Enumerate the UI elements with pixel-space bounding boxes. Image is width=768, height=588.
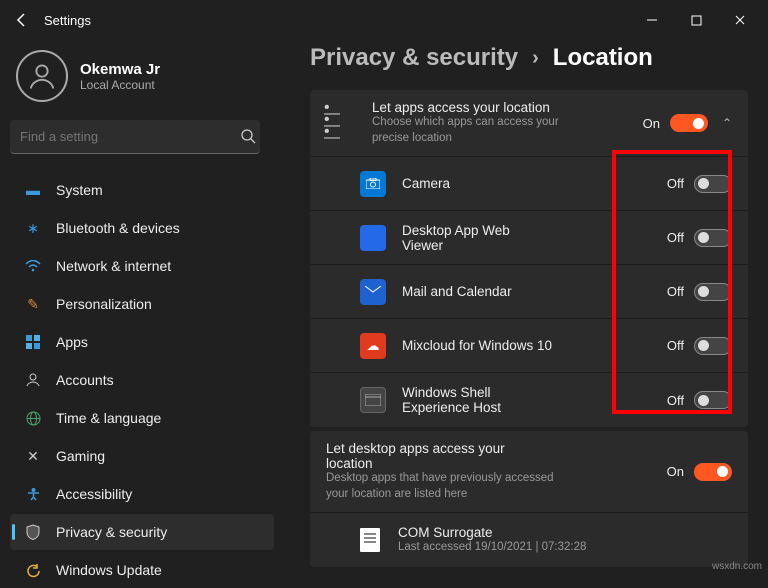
camera-toggle[interactable] <box>694 175 732 193</box>
user-profile[interactable]: Okemwa Jr Local Account <box>10 50 274 102</box>
breadcrumb-current: Location <box>553 44 653 72</box>
apps-icon <box>24 333 42 351</box>
wifi-icon <box>24 257 42 275</box>
breadcrumb-parent[interactable]: Privacy & security <box>310 44 518 72</box>
app-row-camera: Camera Off <box>310 157 748 211</box>
nav-personalization[interactable]: ✎Personalization <box>10 286 274 322</box>
sidebar: Okemwa Jr Local Account ▬System ∗Bluetoo… <box>0 40 280 576</box>
shield-icon <box>24 523 42 541</box>
file-icon <box>360 528 380 552</box>
let-apps-access-toggle[interactable] <box>670 114 708 132</box>
nav-privacy-security[interactable]: Privacy & security <box>10 514 274 550</box>
app-icon <box>360 225 386 251</box>
bluetooth-icon: ∗ <box>24 219 42 237</box>
gaming-icon: ✕ <box>24 447 42 465</box>
window-title: Settings <box>44 13 91 28</box>
avatar <box>16 50 68 102</box>
let-apps-access-row[interactable]: • —• —• — Let apps access your location … <box>310 90 748 157</box>
nav-network[interactable]: Network & internet <box>10 248 274 284</box>
nav-bluetooth[interactable]: ∗Bluetooth & devices <box>10 210 274 246</box>
nav-list: ▬System ∗Bluetooth & devices Network & i… <box>10 172 274 588</box>
watermark: wsxdn.com <box>712 561 762 572</box>
nav-windows-update[interactable]: Windows Update <box>10 552 274 588</box>
app-row-mail-calendar: Mail and Calendar Off <box>310 265 748 319</box>
nav-gaming[interactable]: ✕Gaming <box>10 438 274 474</box>
nav-system[interactable]: ▬System <box>10 172 274 208</box>
brush-icon: ✎ <box>24 295 42 313</box>
person-icon <box>24 371 42 389</box>
desktop-app-web-viewer-toggle[interactable] <box>694 229 732 247</box>
search-container <box>10 120 274 154</box>
desktop-apps-panel: Let desktop apps access your location De… <box>310 431 748 567</box>
list-icon: • —• —• — <box>324 108 354 138</box>
close-button[interactable] <box>718 4 762 36</box>
let-desktop-apps-toggle[interactable] <box>694 463 732 481</box>
user-account-type: Local Account <box>80 78 160 92</box>
user-name: Okemwa Jr <box>80 61 160 78</box>
cloud-icon: ☁ <box>360 333 386 359</box>
main-panel: Privacy & security › Location • —• —• — … <box>280 40 768 576</box>
shell-experience-toggle[interactable] <box>694 391 732 409</box>
nav-time-language[interactable]: Time & language <box>10 400 274 436</box>
app-row-desktop-app-web-viewer: Desktop App Web Viewer Off <box>310 211 748 265</box>
window-icon <box>360 387 386 413</box>
breadcrumb: Privacy & security › Location <box>310 44 748 72</box>
toggle-state: On <box>643 116 660 131</box>
search-icon <box>240 128 256 144</box>
let-desktop-apps-row[interactable]: Let desktop apps access your location De… <box>310 431 748 513</box>
monitor-icon: ▬ <box>24 181 42 199</box>
chevron-right-icon: › <box>532 47 539 70</box>
minimize-button[interactable] <box>630 4 674 36</box>
maximize-button[interactable] <box>674 4 718 36</box>
nav-apps[interactable]: Apps <box>10 324 274 360</box>
mail-calendar-toggle[interactable] <box>694 283 732 301</box>
app-row-mixcloud: ☁ Mixcloud for Windows 10 Off <box>310 319 748 373</box>
app-row-shell-experience: Windows Shell Experience Host Off <box>310 373 748 427</box>
globe-icon <box>24 409 42 427</box>
nav-accessibility[interactable]: Accessibility <box>10 476 274 512</box>
camera-icon <box>360 171 386 197</box>
back-button[interactable] <box>6 4 38 36</box>
accessibility-icon <box>24 485 42 503</box>
mixcloud-toggle[interactable] <box>694 337 732 355</box>
update-icon <box>24 561 42 579</box>
desktop-app-entry: COM Surrogate Last accessed 19/10/2021 |… <box>310 513 748 567</box>
chevron-up-icon[interactable]: ⌃ <box>722 116 732 130</box>
mail-icon <box>360 279 386 305</box>
nav-accounts[interactable]: Accounts <box>10 362 274 398</box>
location-access-panel: • —• —• — Let apps access your location … <box>310 90 748 427</box>
search-input[interactable] <box>10 120 260 154</box>
